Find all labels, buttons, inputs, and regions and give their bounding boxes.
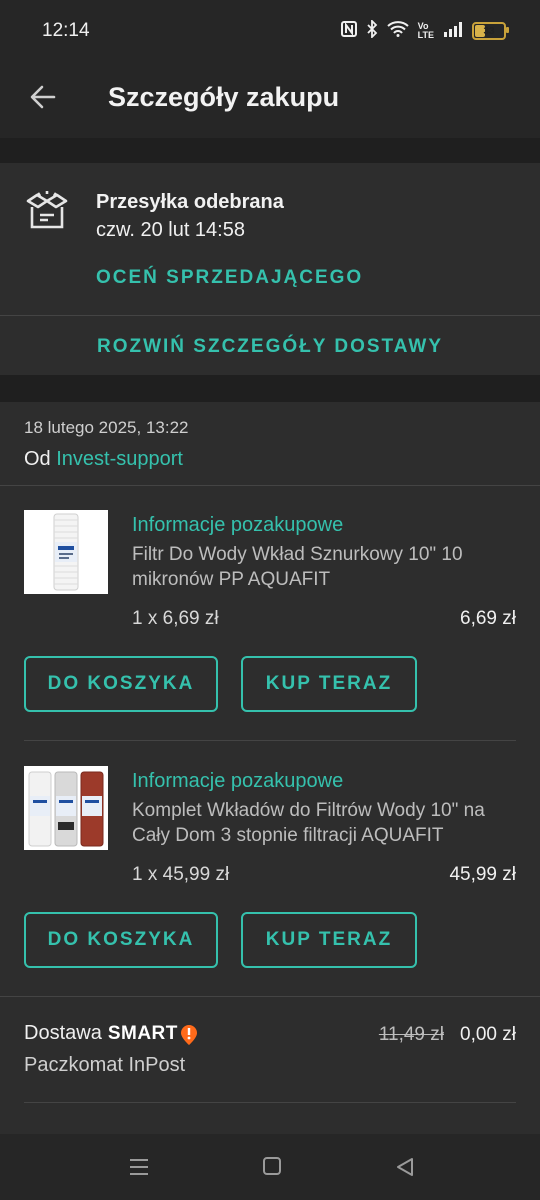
status-time: 12:14 [42, 20, 90, 41]
divider [0, 996, 540, 997]
product-quantity: 1 x 6,69 zł [132, 608, 219, 629]
delivery-old-price: 11,49 zł [378, 1024, 444, 1045]
volte-icon: Vo LTE [417, 21, 434, 40]
seller-link[interactable]: Invest-support [56, 448, 183, 470]
add-to-cart-button[interactable]: DO KOSZYKA [24, 656, 218, 712]
home-square-icon[interactable] [262, 1156, 282, 1181]
order-from-prefix: Od [24, 448, 51, 470]
divider [24, 740, 516, 741]
product-quantity: 1 x 45,99 zł [132, 864, 230, 885]
open-box-icon [24, 189, 70, 235]
battery-level: 33 [483, 25, 495, 37]
status-bar: 12:14 Vo LTE 33 [0, 0, 540, 62]
smart-badge: SMART [108, 1023, 198, 1045]
delivery-new-price: 0,00 zł [460, 1024, 516, 1045]
menu-icon[interactable] [128, 1156, 150, 1183]
product-title[interactable]: Filtr Do Wody Wkład Sznurkowy 10" 10 mik… [132, 542, 512, 592]
product-price: 45,99 zł [449, 864, 516, 885]
system-nav-bar [0, 1134, 540, 1200]
shipment-status: Przesyłka odebrana [96, 191, 284, 213]
divider [0, 315, 540, 316]
smart-exclamation-icon [180, 1024, 198, 1045]
product-price: 6,69 zł [460, 608, 516, 629]
arrow-left-icon[interactable] [28, 82, 58, 112]
bluetooth-icon [366, 18, 378, 42]
shipment-date: czw. 20 lut 14:58 [96, 219, 245, 241]
product-title[interactable]: Komplet Wkładów do Filtrów Wody 10" na C… [132, 798, 512, 848]
shipment-card: Przesyłka odebrana czw. 20 lut 14:58 OCE… [0, 163, 540, 375]
signal-icon [443, 21, 463, 41]
order-seller-line: Od Invest-support [24, 448, 183, 471]
page-title: Szczegóły zakupu [108, 82, 340, 112]
rate-seller-button[interactable]: OCEŃ SPRZEDAJĄCEGO [96, 267, 363, 289]
product-thumbnail[interactable] [24, 766, 108, 850]
product-thumbnail[interactable] [24, 510, 108, 594]
divider [24, 1102, 516, 1103]
smart-label: SMART [107, 1022, 178, 1044]
battery-icon: 33 [472, 22, 509, 40]
buy-now-button[interactable]: KUP TERAZ [241, 912, 417, 968]
divider [0, 485, 540, 486]
back-triangle-icon[interactable] [394, 1156, 416, 1183]
wifi-icon [386, 21, 409, 41]
delivery-label: Dostawa [24, 1022, 102, 1044]
section-gap [0, 138, 540, 163]
post-purchase-info-link[interactable]: Informacje pozakupowe [132, 770, 343, 793]
buy-now-button[interactable]: KUP TERAZ [241, 656, 417, 712]
delivery-row: Dostawa SMART [24, 1022, 198, 1045]
expand-delivery-details-button[interactable]: ROZWIŃ SZCZEGÓŁY DOSTAWY [0, 336, 540, 358]
status-icons: Vo LTE 33 [340, 18, 509, 42]
order-date: 18 lutego 2025, 13:22 [24, 418, 189, 437]
delivery-method: Paczkomat InPost [24, 1054, 186, 1076]
post-purchase-info-link[interactable]: Informacje pozakupowe [132, 514, 343, 537]
nfc-icon [340, 21, 357, 41]
order-card: 18 lutego 2025, 13:22 Od Invest-support … [0, 402, 540, 1142]
section-gap [0, 375, 540, 402]
add-to-cart-button[interactable]: DO KOSZYKA [24, 912, 218, 968]
app-bar: Szczegóły zakupu [0, 62, 540, 138]
